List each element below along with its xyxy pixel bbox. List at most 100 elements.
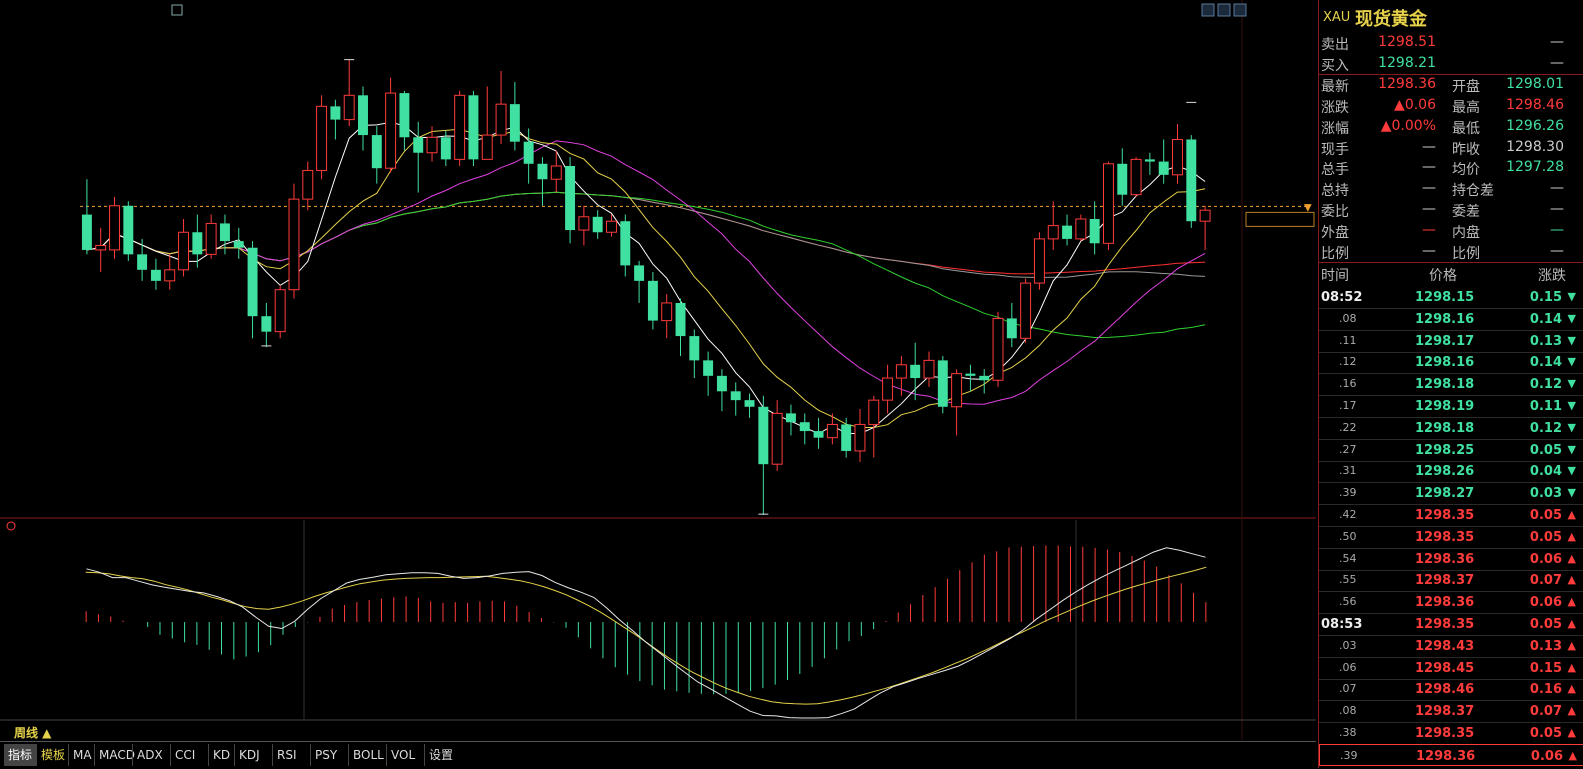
tick-row: .22 1298.18 0.12 ▼: [1319, 417, 1583, 440]
quote-value: 1297.28: [1506, 159, 1564, 176]
tick-price: 1298.35: [1415, 529, 1475, 545]
tick-time: .17: [1339, 399, 1357, 412]
candle-body-up: [164, 269, 176, 282]
quote-label: 最低: [1452, 120, 1480, 137]
candle-body-down: [1089, 219, 1100, 244]
candle-body-down: [565, 165, 576, 231]
quote-label: 持仓差: [1452, 183, 1494, 200]
candle-body-up: [343, 94, 355, 121]
candle-body-down: [675, 302, 686, 337]
tab-11[interactable]: VOL: [386, 744, 419, 766]
arrow-down-icon: ▼: [1567, 333, 1576, 347]
tick-row: .42 1298.35 0.05 ▲: [1319, 504, 1583, 527]
quote-value: —: [1550, 222, 1564, 239]
tick-row: .06 1298.45 0.15 ▲: [1319, 657, 1583, 680]
tab-9[interactable]: PSY: [310, 744, 341, 766]
tick-change: 0.07: [1529, 704, 1562, 720]
candle-body-up: [454, 94, 466, 160]
candle-body-down: [592, 216, 603, 233]
tick-change: 0.15: [1529, 290, 1562, 305]
candle-body-down: [785, 413, 796, 423]
quote-value: —: [1550, 243, 1564, 259]
tab-4[interactable]: ADX: [132, 744, 167, 766]
candle-body-down: [150, 269, 161, 281]
tick-price: 1298.43: [1415, 638, 1475, 654]
window-close-icon[interactable]: [1233, 3, 1247, 17]
tick-change: 0.11: [1529, 399, 1562, 414]
quote-name: 现货黄金: [1355, 9, 1427, 30]
tick-price: 1298.15: [1415, 290, 1475, 305]
quote-value: 1298.36: [1378, 75, 1436, 92]
tick-time: .27: [1339, 442, 1357, 456]
ticks-header-price: 价格: [1429, 268, 1457, 284]
tick-change: 0.05: [1529, 617, 1562, 632]
quote-label: 涨幅: [1321, 120, 1349, 137]
tick-price: 1298.36: [1415, 595, 1475, 611]
tab-2[interactable]: MA: [68, 744, 96, 766]
candle-body-down: [192, 232, 203, 255]
quote-value: —: [1422, 159, 1436, 176]
candle-body-up: [923, 359, 935, 379]
quote-label: 总持: [1321, 183, 1349, 200]
candle-body-down: [758, 406, 769, 465]
candle-body-down: [799, 422, 810, 432]
candle-body-up: [205, 222, 217, 255]
quote-value: 1298.51: [1378, 34, 1436, 50]
candle-body-up: [868, 399, 880, 425]
tick-change: 0.06: [1529, 595, 1562, 611]
quote-label: 委差: [1452, 204, 1480, 221]
quote-row: 外盘 — 内盘 —: [1319, 220, 1583, 241]
candle-body-up: [1172, 138, 1183, 176]
candle-body-up: [481, 134, 493, 160]
tick-price: 1298.36: [1415, 551, 1475, 567]
tick-time: .08: [1339, 311, 1357, 325]
tick-row: .39 1298.36 0.06 ▲: [1319, 743, 1583, 766]
candle-body-up: [288, 198, 300, 291]
candle-body-down: [399, 93, 410, 138]
candle-body-down: [937, 360, 948, 407]
tick-row: .31 1298.26 0.04 ▼: [1319, 460, 1583, 484]
quote-value: —: [1422, 138, 1436, 155]
tab-1[interactable]: 模板: [36, 744, 69, 766]
tick-price: 1298.37: [1415, 573, 1475, 589]
tab-8[interactable]: RSI: [272, 744, 301, 766]
candle-body-up: [95, 245, 107, 251]
window-play-icon[interactable]: [1217, 3, 1231, 17]
tab-0[interactable]: 指标: [4, 744, 37, 766]
arrow-down-icon: ▼: [1567, 311, 1576, 325]
arrow-down-icon: ▼: [1567, 464, 1576, 478]
tick-row: .17 1298.19 0.11 ▼: [1319, 395, 1583, 418]
tab-10[interactable]: BOLL: [348, 744, 388, 766]
candle-body-down: [440, 137, 451, 160]
candle-body-up: [1130, 158, 1142, 196]
quote-label: 比例: [1452, 246, 1480, 262]
candle-body-up: [109, 205, 120, 251]
quote-value: —: [1422, 180, 1436, 197]
tab-7[interactable]: KDJ: [234, 744, 264, 766]
tab-5[interactable]: CCI: [170, 744, 199, 766]
tick-time: .08: [1339, 704, 1357, 718]
tick-price: 1298.26: [1415, 464, 1475, 480]
tick-price: 1298.35: [1415, 508, 1475, 523]
candle-body-down: [468, 95, 479, 160]
tick-row: .03 1298.43 0.13 ▲: [1319, 635, 1583, 658]
candle-body-down: [965, 373, 976, 376]
candle-body-down: [509, 104, 520, 142]
tick-change: 0.14: [1529, 355, 1562, 371]
tick-price: 1298.27: [1415, 486, 1475, 502]
tab-6[interactable]: KD: [208, 744, 234, 766]
quote-row: 现手 — 昨收 1298.30: [1319, 137, 1583, 158]
candle-body-up: [661, 302, 673, 322]
candle-body-down: [123, 205, 134, 255]
tick-time: 08:52: [1321, 290, 1363, 305]
tab-12[interactable]: 设置: [424, 744, 457, 766]
period-button[interactable]: 周线 ▲: [10, 722, 55, 744]
arrow-down-icon: ▼: [1567, 290, 1576, 303]
last-price-marker: ▼: [1304, 202, 1312, 213]
candle-body-down: [979, 375, 990, 381]
kline-chart[interactable]: ▼: [0, 0, 1316, 741]
window-restore-icon[interactable]: [1201, 3, 1215, 17]
candle-body-down: [1117, 163, 1128, 195]
quote-value: —: [1550, 180, 1564, 197]
quote-panel: XAU 现货黄金 卖出 1298.51 — 买入 1298.21 — 最新 1298.36 开盘 12…: [1318, 0, 1583, 768]
